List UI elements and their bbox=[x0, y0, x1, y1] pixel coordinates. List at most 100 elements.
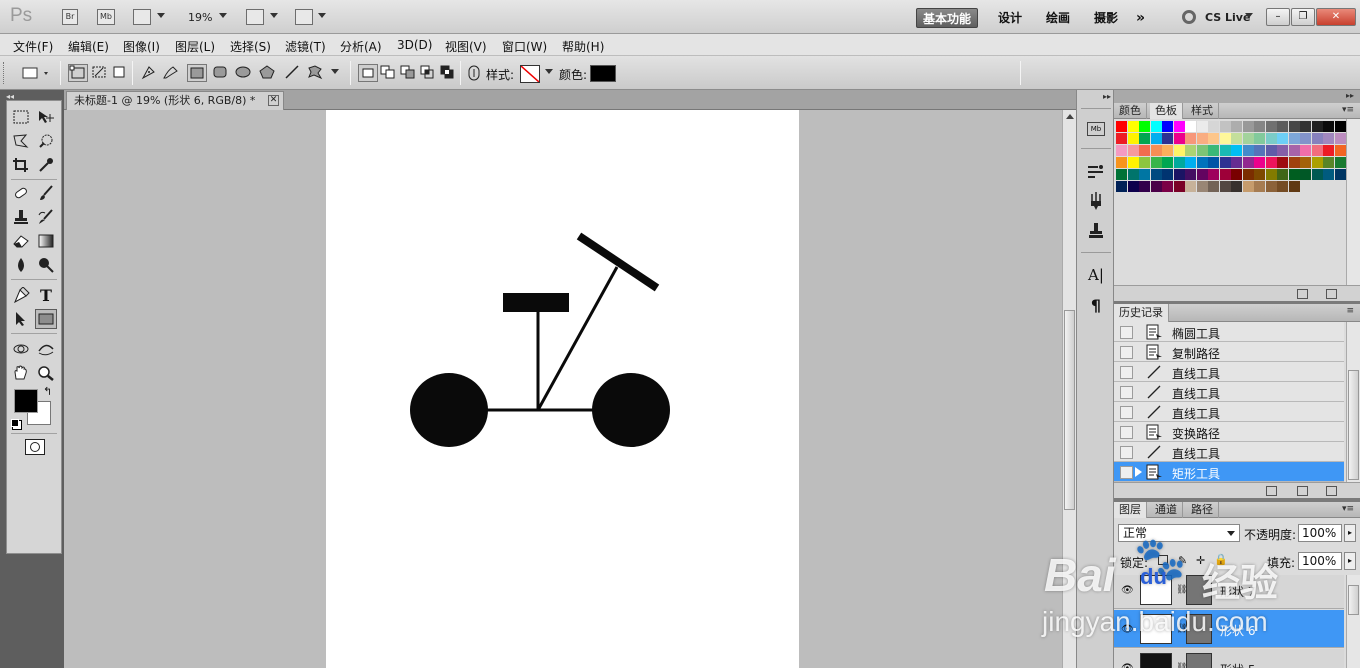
shape-color-swatch[interactable] bbox=[590, 65, 616, 82]
color-swatch[interactable] bbox=[1311, 169, 1323, 180]
color-swatch[interactable] bbox=[1173, 157, 1185, 168]
color-swatch[interactable] bbox=[1127, 169, 1139, 180]
cs-live-label[interactable]: CS Live bbox=[1205, 11, 1250, 24]
color-swatch[interactable] bbox=[1219, 169, 1231, 180]
menu-edit[interactable]: 编辑(E) bbox=[68, 38, 109, 55]
history-brush-tool-icon[interactable] bbox=[35, 207, 57, 227]
color-swatch[interactable] bbox=[1116, 169, 1127, 180]
color-swatch[interactable] bbox=[1242, 157, 1254, 168]
color-swatch[interactable] bbox=[1231, 181, 1242, 192]
gradient-tool-icon[interactable] bbox=[35, 231, 57, 251]
canvas-workspace[interactable] bbox=[64, 110, 1062, 668]
color-swatch[interactable] bbox=[1139, 181, 1150, 192]
history-state-row[interactable]: 变换路径 bbox=[1114, 422, 1344, 442]
3d-orbit-tool-icon[interactable] bbox=[35, 339, 57, 359]
view-extras-icon[interactable] bbox=[133, 9, 151, 25]
rectangle-shape-icon[interactable] bbox=[187, 64, 207, 82]
color-swatch[interactable] bbox=[1219, 133, 1231, 144]
color-swatch[interactable] bbox=[1139, 121, 1150, 132]
color-swatch[interactable] bbox=[1185, 181, 1196, 192]
color-swatch[interactable] bbox=[1277, 157, 1288, 168]
create-new-shape-layer-icon[interactable] bbox=[358, 64, 378, 82]
fill-slider-button[interactable]: ▸ bbox=[1344, 552, 1356, 570]
custom-shape-icon[interactable] bbox=[306, 64, 326, 82]
menu-filter[interactable]: 滤镜(T) bbox=[285, 38, 326, 55]
color-swatch[interactable] bbox=[1219, 181, 1231, 192]
type-tool-icon[interactable]: T bbox=[35, 285, 57, 305]
rounded-rectangle-icon[interactable] bbox=[211, 64, 231, 82]
blur-tool-icon[interactable] bbox=[10, 255, 32, 275]
color-swatch[interactable] bbox=[1311, 157, 1323, 168]
crop-tool-icon[interactable] bbox=[10, 155, 32, 175]
color-swatch[interactable] bbox=[1219, 121, 1231, 132]
pen-tool-icon[interactable] bbox=[10, 285, 32, 305]
color-swatch[interactable] bbox=[1277, 181, 1288, 192]
layers-scrollbar[interactable] bbox=[1346, 575, 1360, 668]
history-state-row[interactable]: 直线工具 bbox=[1114, 362, 1344, 382]
color-swatch[interactable] bbox=[1277, 133, 1288, 144]
rectangular-marquee-tool-icon[interactable] bbox=[10, 107, 32, 127]
color-swatch[interactable] bbox=[1300, 157, 1311, 168]
close-document-icon[interactable]: ✕ bbox=[268, 95, 279, 106]
eyedropper-tool-icon[interactable] bbox=[35, 155, 57, 175]
color-swatch[interactable] bbox=[1300, 133, 1311, 144]
layers-scroll-thumb[interactable] bbox=[1348, 585, 1359, 615]
history-source-checkbox[interactable] bbox=[1120, 366, 1133, 379]
link-style-icon[interactable] bbox=[466, 64, 486, 82]
fill-input[interactable]: 100% bbox=[1298, 552, 1342, 570]
color-swatch[interactable] bbox=[1127, 133, 1139, 144]
tab-layers[interactable]: 图层 bbox=[1114, 502, 1147, 518]
delete-state-icon[interactable] bbox=[1326, 486, 1337, 496]
color-swatch[interactable] bbox=[1173, 145, 1185, 156]
color-swatch[interactable] bbox=[1196, 121, 1208, 132]
color-swatch[interactable] bbox=[1150, 133, 1162, 144]
layers-panel-menu-icon[interactable]: ▾≡ bbox=[1342, 504, 1354, 514]
color-swatch[interactable] bbox=[1288, 121, 1300, 132]
hand-tool-icon[interactable] bbox=[10, 363, 32, 383]
color-swatch[interactable] bbox=[1185, 121, 1196, 132]
color-swatch[interactable] bbox=[1277, 169, 1288, 180]
screen-mode-icon[interactable] bbox=[295, 9, 313, 25]
swatches-panel-menu-icon[interactable]: ▾≡ bbox=[1342, 105, 1354, 115]
color-swatch[interactable] bbox=[1323, 145, 1334, 156]
add-to-shape-area-icon[interactable] bbox=[379, 64, 399, 82]
color-swatch[interactable] bbox=[1162, 181, 1173, 192]
color-swatch[interactable] bbox=[1254, 181, 1265, 192]
polygon-shape-icon[interactable] bbox=[258, 64, 278, 82]
tab-channels[interactable]: 通道 bbox=[1150, 502, 1183, 518]
color-swatch[interactable] bbox=[1334, 121, 1346, 132]
history-panel-menu-icon[interactable]: ≡ bbox=[1346, 306, 1354, 316]
shape-layers-mode-icon[interactable] bbox=[68, 64, 88, 82]
default-colors-icon[interactable] bbox=[11, 419, 19, 427]
color-swatch[interactable] bbox=[1265, 169, 1277, 180]
line-shape-icon[interactable] bbox=[283, 64, 303, 82]
color-swatch[interactable] bbox=[1254, 121, 1265, 132]
create-snapshot-icon[interactable] bbox=[1297, 486, 1308, 496]
color-swatch[interactable] bbox=[1334, 133, 1346, 144]
color-swatch[interactable] bbox=[1150, 181, 1162, 192]
subtract-from-shape-area-icon[interactable] bbox=[399, 64, 419, 82]
zoom-caret-icon[interactable] bbox=[219, 13, 227, 18]
more-workspaces-icon[interactable]: » bbox=[1130, 8, 1151, 28]
color-swatch[interactable] bbox=[1254, 133, 1265, 144]
color-swatch[interactable] bbox=[1116, 133, 1127, 144]
color-swatch[interactable] bbox=[1139, 157, 1150, 168]
history-state-row[interactable]: 椭圆工具 bbox=[1114, 322, 1344, 342]
view-extras-caret-icon[interactable] bbox=[157, 13, 165, 18]
color-swatch[interactable] bbox=[1277, 121, 1288, 132]
color-swatch[interactable] bbox=[1334, 157, 1346, 168]
menu-image[interactable]: 图像(I) bbox=[123, 38, 160, 55]
color-swatch[interactable] bbox=[1300, 169, 1311, 180]
color-swatch[interactable] bbox=[1311, 121, 1323, 132]
history-source-checkbox[interactable] bbox=[1120, 466, 1133, 479]
color-swatch[interactable] bbox=[1208, 133, 1219, 144]
color-swatch[interactable] bbox=[1150, 157, 1162, 168]
panels-collapse-icon[interactable]: ▸▸ bbox=[1346, 91, 1354, 100]
color-swatch[interactable] bbox=[1150, 169, 1162, 180]
color-swatch[interactable] bbox=[1254, 145, 1265, 156]
history-source-checkbox[interactable] bbox=[1120, 406, 1133, 419]
color-swatch[interactable] bbox=[1300, 121, 1311, 132]
color-swatch[interactable] bbox=[1150, 121, 1162, 132]
color-swatch[interactable] bbox=[1300, 145, 1311, 156]
color-swatch[interactable] bbox=[1173, 133, 1185, 144]
